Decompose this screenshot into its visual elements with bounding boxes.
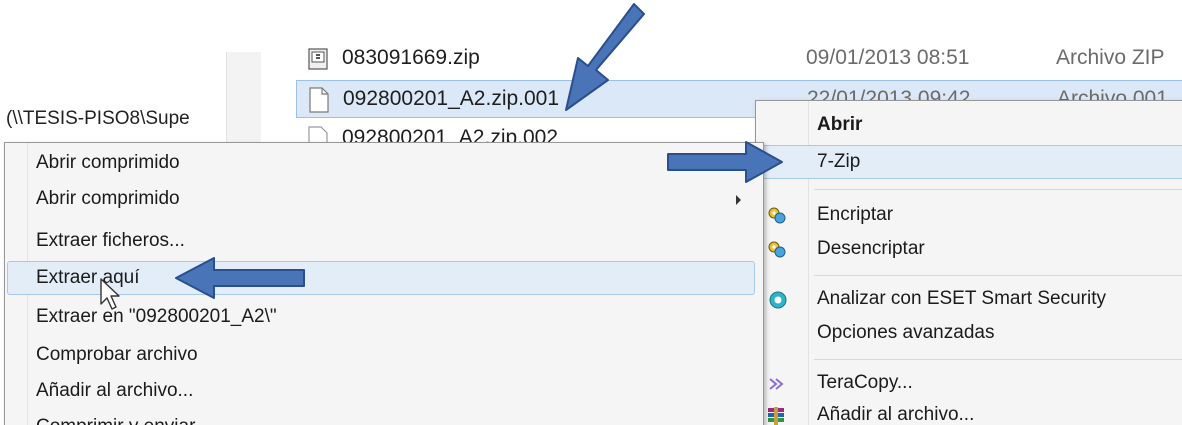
menu-item-label: Añadir al archivo...	[817, 404, 975, 425]
menu-item-label: TeraCopy...	[817, 372, 913, 393]
context-menu: Abrir 7-Zip Encriptar Desencriptar Anali…	[755, 100, 1182, 425]
menu-item-label: Abrir comprimido	[36, 188, 180, 209]
key-icon	[768, 241, 786, 258]
menu-item-eset-scan[interactable]: Analizar con ESET Smart Security	[759, 283, 1182, 317]
file-name: 092800201_A2.zip.001	[343, 87, 560, 110]
file-name: 083091669.zip	[342, 46, 480, 69]
submenu-item-comprobar[interactable]: Comprobar archivo	[8, 339, 756, 373]
menu-item-label: 7-Zip	[817, 151, 861, 172]
menu-item-label: Abrir	[817, 114, 863, 135]
menu-item-abrir[interactable]: Abrir	[759, 109, 1182, 143]
winrar-icon	[768, 407, 784, 425]
menu-item-7zip[interactable]: 7-Zip	[759, 145, 1182, 179]
annotation-arrow-icon	[565, 3, 645, 111]
menu-item-label: Comprimir y enviar...	[36, 416, 210, 425]
submenu-item-extraer-ficheros[interactable]: Extraer ficheros...	[8, 225, 756, 259]
menu-item-label: Abrir comprimido	[36, 152, 180, 173]
chevron-right-icon	[736, 195, 741, 205]
menu-item-label: Desencriptar	[817, 238, 925, 259]
submenu-item-abrir-comprimido[interactable]: Abrir comprimido	[8, 147, 756, 181]
teracopy-icon	[769, 378, 784, 390]
key-icon	[768, 207, 786, 224]
menu-item-desencriptar[interactable]: Desencriptar	[759, 233, 1182, 267]
file-type: Archivo ZIP	[1056, 46, 1165, 69]
menu-item-label: Extraer aquí	[36, 267, 140, 288]
submenu-item-abrir-comprimido-more[interactable]: Abrir comprimido	[8, 183, 756, 217]
menu-item-label: Extraer ficheros...	[36, 230, 185, 251]
menu-item-anadir-archivo[interactable]: Añadir al archivo...	[759, 399, 1182, 425]
submenu-item-comprimir-enviar[interactable]: Comprimir y enviar...	[8, 411, 756, 425]
menu-item-encriptar[interactable]: Encriptar	[759, 199, 1182, 233]
eset-icon	[769, 291, 787, 309]
menu-item-label: Comprobar archivo	[36, 344, 198, 365]
menu-separator	[814, 275, 1182, 276]
menu-item-label: Opciones avanzadas	[817, 322, 995, 343]
annotation-arrow-icon	[175, 257, 305, 299]
generic-file-icon	[309, 87, 329, 113]
submenu-item-anadir[interactable]: Añadir al archivo...	[8, 375, 756, 409]
menu-separator	[814, 359, 1182, 360]
mouse-cursor-icon	[100, 278, 120, 310]
menu-separator	[814, 189, 1182, 190]
network-path-label[interactable]: (\\TESIS-PISO8\Supe	[6, 108, 190, 130]
screenshot-stage: (\\TESIS-PISO8\Supe 083091669.zip 09/01/…	[0, 0, 1182, 425]
menu-item-teracopy[interactable]: TeraCopy...	[759, 367, 1182, 401]
file-row[interactable]: 083091669.zip 09/01/2013 08:51 Archivo Z…	[296, 40, 1182, 78]
menu-item-opciones-avanzadas[interactable]: Opciones avanzadas	[759, 317, 1182, 351]
zip-file-icon	[308, 48, 328, 70]
menu-item-label: Añadir al archivo...	[36, 380, 194, 401]
menu-item-label: Extraer en "092800201_A2\"	[36, 306, 277, 327]
pane-splitter[interactable]	[226, 52, 261, 152]
file-date: 09/01/2013 08:51	[806, 46, 970, 69]
menu-item-label: Analizar con ESET Smart Security	[817, 288, 1106, 309]
menu-item-label: Encriptar	[817, 204, 894, 225]
annotation-arrow-icon	[667, 141, 783, 183]
